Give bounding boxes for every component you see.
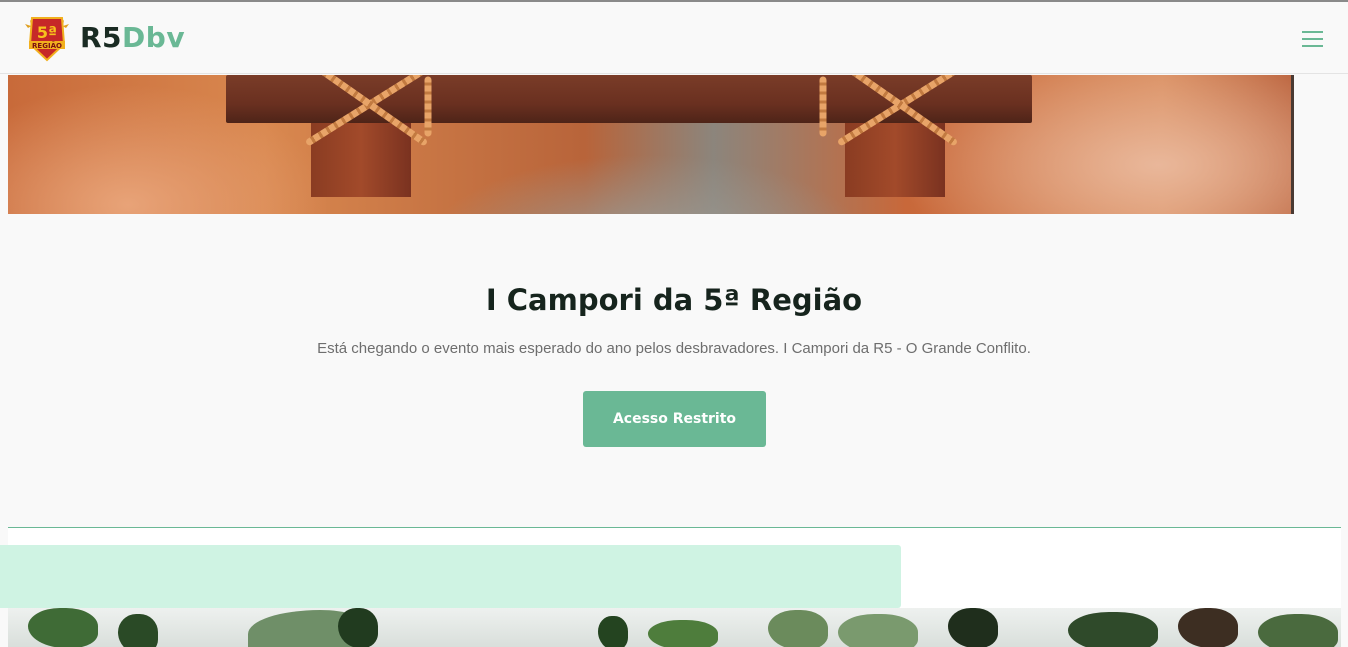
hamburger-menu-icon[interactable]	[1298, 28, 1328, 50]
rope-left-c	[424, 76, 432, 137]
logo-badge-icon[interactable]: 5ª REGIÃO	[24, 14, 70, 62]
event-description: Está chegando o evento mais esperado do …	[317, 340, 1031, 357]
trees-photo-image	[8, 608, 1341, 647]
restricted-access-button[interactable]: Acesso Restrito	[583, 391, 766, 447]
logo-number: 5ª	[37, 23, 57, 42]
logo-region-text: REGIÃO	[32, 41, 62, 50]
brand-part-dbv: Dbv	[122, 21, 186, 54]
rope-right-c	[819, 76, 827, 137]
brand-wordmark[interactable]: R5Dbv	[80, 18, 185, 58]
site-header: 5ª REGIÃO R5Dbv	[0, 2, 1348, 74]
brand-part-r5: R5	[80, 21, 123, 54]
page-title: I Campori da 5ª Região	[485, 283, 863, 317]
event-intro-section: I Campori da 5ª Região Está chegando o e…	[0, 214, 1348, 526]
hero-banner-image	[8, 75, 1294, 214]
mint-banner-bar	[0, 545, 901, 608]
